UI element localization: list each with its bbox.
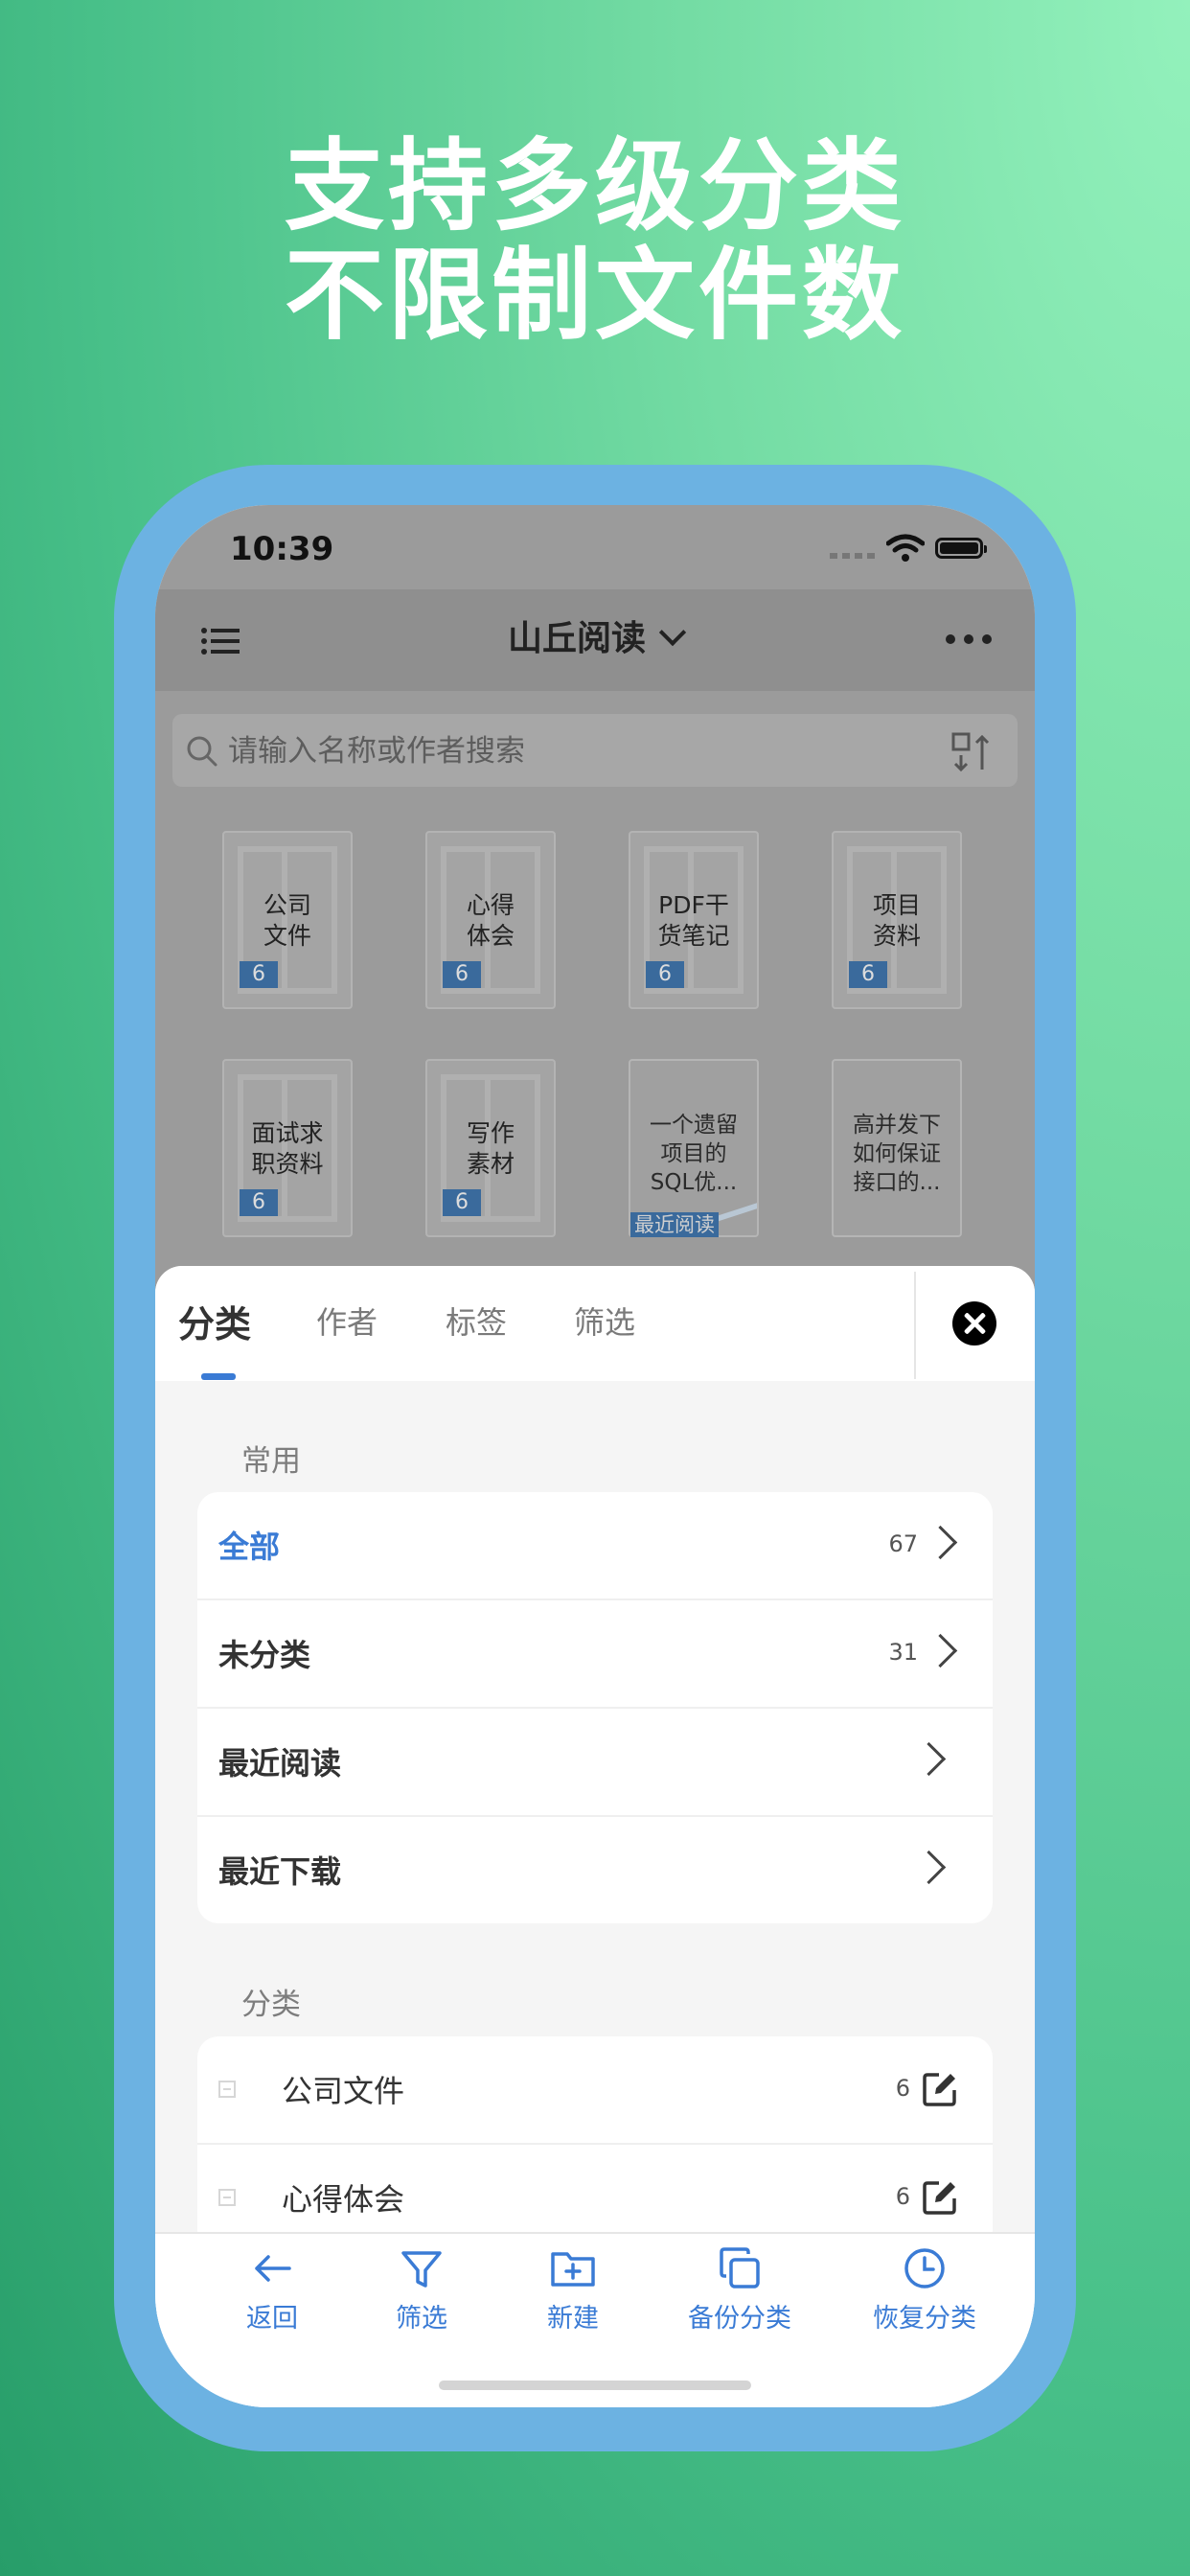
dimmed-background-app: 10:39 山丘阅读 请输入名称或作者搜索 公司 文件 6 心得 体会 6 PD…	[155, 505, 1035, 1368]
folder-title: 面试求 职资料	[251, 1119, 324, 1178]
recently-read-badge: 最近阅读	[630, 1212, 719, 1237]
category-count: 6	[895, 2183, 910, 2210]
folder-title: 心得 体会	[466, 891, 515, 950]
copy-icon	[720, 2247, 760, 2288]
folder-title: 写作 素材	[466, 1119, 515, 1178]
list-item-all[interactable]: 全部 67	[197, 1492, 993, 1600]
backup-label: 备份分类	[688, 2304, 791, 2334]
library-title-dropdown[interactable]: 山丘阅读	[155, 610, 1035, 660]
search-input[interactable]	[226, 714, 901, 789]
folder-item[interactable]: 写作 素材 6	[425, 1059, 556, 1237]
search-bar	[172, 714, 1018, 789]
document-item[interactable]: 高并发下 如何保证 接口的...	[832, 1059, 962, 1237]
chevron-right-icon	[911, 1741, 947, 1777]
tab-tags[interactable]: 标签	[446, 1299, 507, 1343]
document-title: 高并发下 如何保证 接口的...	[853, 1113, 941, 1195]
category-row[interactable]: 公司文件 6	[197, 2036, 993, 2145]
sheet-tabs: 分类 作者 标签 筛选	[155, 1266, 1035, 1381]
row-label: 最近下载	[218, 1853, 342, 1890]
chevron-right-icon	[923, 1633, 958, 1668]
nav-bar: 山丘阅读	[155, 589, 1035, 691]
row-label: 未分类	[218, 1637, 311, 1673]
active-tab-indicator	[201, 1373, 236, 1380]
battery-icon	[935, 538, 987, 559]
folder-plus-icon	[551, 2252, 595, 2287]
filter-button[interactable]: 筛选	[374, 2245, 469, 2334]
edit-icon[interactable]	[922, 2071, 958, 2107]
restore-label: 恢复分类	[873, 2304, 976, 2334]
folder-count-badge: 6	[443, 961, 481, 988]
list-item-recent-download[interactable]: 最近下载	[197, 1817, 993, 1923]
phone-screen: 10:39 山丘阅读 请输入名称或作者搜索 公司 文件 6 心得 体会 6 PD…	[155, 505, 1035, 2407]
folder-count-badge: 6	[240, 961, 278, 988]
back-label: 返回	[246, 2304, 298, 2334]
chevron-right-icon	[923, 1525, 958, 1560]
row-label: 全部	[218, 1529, 281, 1565]
filter-label: 筛选	[396, 2304, 447, 2334]
category-count: 6	[895, 2075, 910, 2102]
section-header-common: 常用	[241, 1444, 301, 1479]
folder-count-badge: 6	[240, 1189, 278, 1216]
row-count: 31	[888, 1639, 918, 1666]
status-time: 10:39	[230, 530, 334, 568]
folder-count-badge: 6	[646, 961, 684, 988]
search-icon	[187, 736, 217, 767]
document-item[interactable]: 一个遗留 项目的 SQL优... 最近阅读	[629, 1059, 759, 1237]
collapse-box-icon[interactable]	[218, 2189, 236, 2206]
backup-category-button[interactable]: 备份分类	[673, 2245, 807, 2334]
clock-icon	[904, 2248, 945, 2288]
chevron-down-icon	[658, 618, 687, 647]
common-list: 全部 67 未分类 31 最近阅读 最近下载	[197, 1492, 993, 1923]
category-list: 公司文件 6 心得体会 6	[197, 2036, 993, 2251]
folder-title: 项目 资料	[872, 891, 921, 950]
category-label: 心得体会	[282, 2181, 405, 2218]
row-count: 67	[888, 1530, 918, 1557]
arrow-left-icon	[255, 2255, 291, 2282]
folder-count-badge: 6	[443, 1189, 481, 1216]
headline-line-2: 不限制文件数	[284, 237, 905, 354]
restore-category-button[interactable]: 恢复分类	[853, 2245, 996, 2334]
more-icon[interactable]	[945, 633, 993, 645]
list-item-recent-read[interactable]: 最近阅读	[197, 1709, 993, 1817]
tab-divider	[914, 1272, 916, 1379]
folder-item[interactable]: 心得 体会 6	[425, 831, 556, 1009]
collapse-box-icon[interactable]	[218, 2081, 236, 2098]
tab-filter[interactable]: 筛选	[574, 1299, 635, 1343]
section-header-categories: 分类	[241, 1988, 301, 2022]
list-item-uncategorized[interactable]: 未分类 31	[197, 1600, 993, 1709]
library-title: 山丘阅读	[507, 619, 646, 658]
folder-title: PDF干 货笔记	[657, 891, 730, 950]
new-folder-button[interactable]: 新建	[525, 2245, 621, 2334]
new-label: 新建	[547, 2304, 599, 2334]
category-label: 公司文件	[282, 2073, 405, 2109]
folder-item[interactable]: 公司 文件 6	[222, 831, 353, 1009]
sort-icon[interactable]	[950, 731, 993, 773]
tab-author[interactable]: 作者	[316, 1299, 378, 1343]
tab-category[interactable]: 分类	[178, 1295, 251, 1347]
home-indicator	[439, 2380, 751, 2390]
edit-icon[interactable]	[922, 2179, 958, 2216]
folder-item[interactable]: 面试求 职资料 6	[222, 1059, 353, 1237]
row-label: 最近阅读	[218, 1745, 342, 1782]
headline-line-1: 支持多级分类	[284, 127, 905, 244]
signal-dots-icon	[830, 553, 876, 559]
wifi-icon	[886, 534, 925, 562]
folder-item[interactable]: PDF干 货笔记 6	[629, 831, 759, 1009]
funnel-icon	[401, 2251, 442, 2288]
folder-title: 公司 文件	[263, 891, 311, 950]
folder-item[interactable]: 项目 资料 6	[832, 831, 962, 1009]
chevron-right-icon	[911, 1850, 947, 1885]
back-button[interactable]: 返回	[224, 2245, 320, 2334]
folder-count-badge: 6	[849, 961, 887, 988]
close-sheet-button[interactable]	[952, 1301, 996, 1346]
